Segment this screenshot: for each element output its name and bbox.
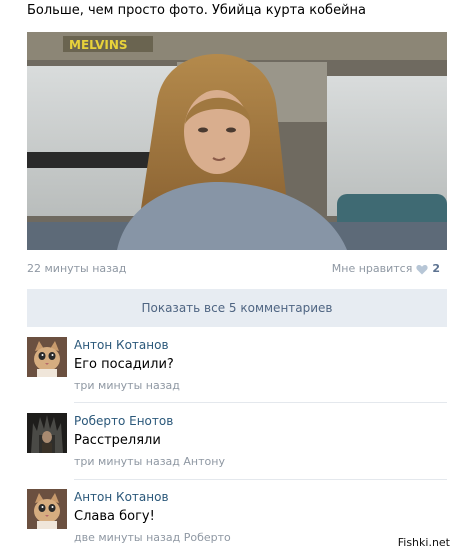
comment-reply-to[interactable]: Роберто <box>184 531 231 544</box>
post-photo[interactable]: MELVINS <box>27 32 447 250</box>
post-meta: 22 минуты назад Мне нравится 2 <box>27 262 447 276</box>
cat-avatar[interactable] <box>27 337 67 377</box>
show-all-comments-button[interactable]: Показать все 5 комментариев <box>27 289 447 327</box>
comment-text: Расстреляли <box>74 433 161 448</box>
comment-date[interactable]: три минуты назад <box>74 379 180 393</box>
like-count: 2 <box>432 262 440 275</box>
comment-divider <box>74 479 447 480</box>
post-photo-image: MELVINS <box>27 32 447 250</box>
post-time[interactable]: 22 минуты назад <box>27 262 126 276</box>
cat-avatar-icon <box>27 489 67 529</box>
like-button[interactable]: Мне нравится 2 <box>332 262 440 276</box>
comment-date[interactable]: две минуты назад Роберто <box>74 531 231 545</box>
comment-date-text: две минуты назад <box>74 531 181 544</box>
comment-date[interactable]: три минуты назад Антону <box>74 455 225 469</box>
comment-date-text: три минуты назад <box>74 379 180 392</box>
comment-item: Антон Котанов Его посадили? три минуты н… <box>27 337 447 395</box>
watermark: Fishki.net <box>397 536 450 549</box>
heart-icon <box>416 264 428 274</box>
cat-avatar-icon <box>27 337 67 377</box>
post-text: Больше, чем просто фото. Убийца курта ко… <box>27 3 366 18</box>
comment-author[interactable]: Антон Котанов <box>74 489 169 505</box>
comment-text: Слава богу! <box>74 509 155 524</box>
comment-author[interactable]: Роберто Енотов <box>74 413 173 429</box>
cat-avatar[interactable] <box>27 489 67 529</box>
photo-sign-text: MELVINS <box>69 38 128 52</box>
comment-text: Его посадили? <box>74 357 174 372</box>
like-label: Мне нравится <box>331 262 413 275</box>
comment-item: Роберто Енотов Расстреляли три минуты на… <box>27 413 447 471</box>
comment-author[interactable]: Антон Котанов <box>74 337 169 353</box>
comment-divider <box>74 402 447 403</box>
comment-date-text: три минуты назад <box>74 455 180 468</box>
throne-avatar[interactable] <box>27 413 67 453</box>
comment-reply-to[interactable]: Антону <box>183 455 225 468</box>
comment-item: Антон Котанов Слава богу! две минуты наз… <box>27 489 447 547</box>
throne-avatar-icon <box>27 413 67 453</box>
